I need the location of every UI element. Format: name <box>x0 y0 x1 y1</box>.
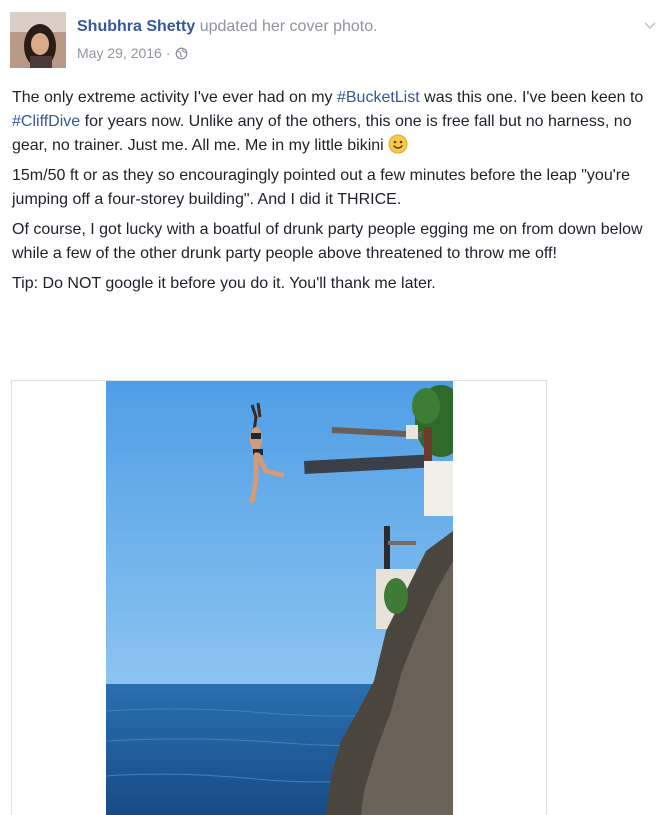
globe-icon[interactable] <box>175 47 188 60</box>
author-name-link[interactable]: Shubhra Shetty <box>77 18 195 35</box>
cliff-dive-photo <box>106 381 453 815</box>
paragraph-text: for years now. Unlike any of the others,… <box>12 113 632 154</box>
post-action-text: updated her cover photo. <box>199 18 378 35</box>
post-title-line: Shubhra Shetty updated her cover photo. <box>77 18 378 36</box>
post-timestamp[interactable]: May 29, 2016 <box>77 45 162 61</box>
post-paragraph: The only extreme activity I've ever had … <box>12 86 660 158</box>
paragraph-text: The only extreme activity I've ever had … <box>12 89 337 106</box>
hashtag-link[interactable]: #BucketList <box>337 89 420 106</box>
smiley-icon <box>388 134 408 154</box>
post-body: The only extreme activity I've ever had … <box>12 86 660 302</box>
paragraph-text: 15m/50 ft or as they so encouragingly po… <box>12 167 630 208</box>
feed-post: Shubhra Shetty updated her cover photo. … <box>0 0 670 815</box>
avatar-image <box>10 12 66 68</box>
avatar[interactable] <box>10 12 66 68</box>
chevron-down-icon[interactable] <box>642 18 658 34</box>
paragraph-text: Of course, I got lucky with a boatful of… <box>12 221 643 262</box>
paragraph-text: was this one. I've been keen to <box>419 89 644 106</box>
post-header: Shubhra Shetty updated her cover photo. … <box>10 12 660 72</box>
post-meta: May 29, 2016 · <box>77 45 188 61</box>
post-paragraph: Of course, I got lucky with a boatful of… <box>12 218 660 266</box>
hashtag-link[interactable]: #CliffDive <box>12 113 80 130</box>
post-paragraph: 15m/50 ft or as they so encouragingly po… <box>12 164 660 212</box>
meta-separator: · <box>165 45 171 61</box>
paragraph-text: Tip: Do NOT google it before you do it. … <box>12 275 436 292</box>
cover-photo[interactable] <box>106 381 453 815</box>
cover-photo-frame[interactable] <box>11 380 547 815</box>
post-paragraph: Tip: Do NOT google it before you do it. … <box>12 272 660 296</box>
